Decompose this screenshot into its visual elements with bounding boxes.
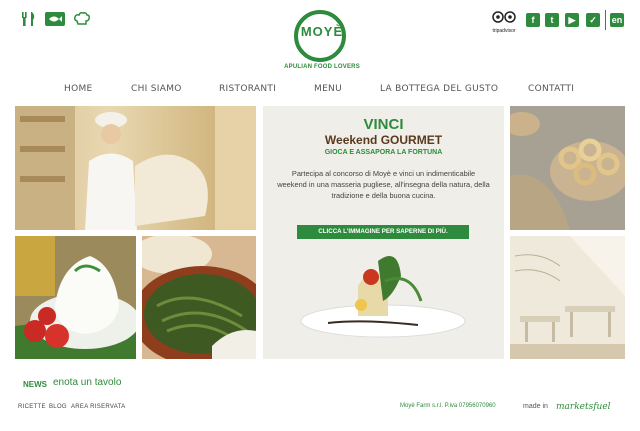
burrata-photo[interactable] bbox=[15, 236, 136, 359]
gourmet-dish-image[interactable] bbox=[293, 241, 473, 351]
made-in-label: made in bbox=[523, 403, 548, 410]
nav-bottega[interactable]: LA BOTTEGA DEL GUSTO bbox=[380, 84, 498, 94]
agency-signature[interactable]: marketsfuel bbox=[556, 402, 611, 412]
news-link[interactable]: enota un tavolo bbox=[53, 377, 121, 388]
promo-cta[interactable]: CLICCA L'IMMAGINE PER SAPERNE DI PIÙ. bbox=[297, 225, 469, 239]
nav-chi-siamo[interactable]: CHI SIAMO bbox=[131, 84, 182, 94]
taralli-photo[interactable] bbox=[510, 106, 625, 230]
tripadvisor-logo[interactable]: tripadvisor bbox=[489, 10, 519, 34]
divider bbox=[605, 10, 606, 30]
nav-home[interactable]: HOME bbox=[64, 84, 93, 94]
greens-photo[interactable] bbox=[142, 236, 256, 359]
promo-title: VINCI bbox=[363, 116, 404, 133]
nav-contatti[interactable]: CONTATTI bbox=[528, 84, 574, 94]
youtube-icon[interactable]: ▶ bbox=[565, 13, 579, 27]
fish-icon[interactable] bbox=[45, 11, 65, 27]
company-info: Moyè Farm s.r.l. P.iva 07956070960 bbox=[400, 403, 496, 409]
logo-tagline: APULIAN FOOD LOVERS bbox=[284, 64, 360, 70]
chef-photo[interactable] bbox=[15, 106, 256, 230]
footer-link-blog[interactable]: BLOG bbox=[49, 404, 67, 410]
promo-cta-label: CLICCA L'IMMAGINE PER SAPERNE DI PIÙ. bbox=[318, 228, 448, 235]
footer-link-ricette[interactable]: RICETTE bbox=[18, 404, 46, 410]
twitter-icon[interactable]: t bbox=[545, 13, 559, 27]
restaurant-photo[interactable] bbox=[510, 236, 625, 359]
promo-subtitle: Weekend GOURMET bbox=[324, 133, 443, 147]
language-switch[interactable]: en bbox=[610, 13, 624, 27]
logo[interactable]: MOYÈ bbox=[294, 24, 350, 39]
cutlery-icon[interactable] bbox=[20, 11, 38, 27]
check-icon[interactable]: ✓ bbox=[586, 13, 600, 27]
nav-menu[interactable]: MENU bbox=[314, 84, 342, 94]
news-label: NEWS bbox=[23, 380, 47, 389]
footer-link-area-riservata[interactable]: AREA RISERVATA bbox=[71, 404, 125, 410]
tripadvisor-label: tripadvisor bbox=[492, 28, 516, 34]
chef-hat-icon[interactable] bbox=[73, 11, 91, 27]
nav-ristoranti[interactable]: RISTORANTI bbox=[219, 84, 276, 94]
promo-panel[interactable]: VINCI Weekend GOURMET GIOCA E ASSAPORA L… bbox=[263, 106, 504, 359]
facebook-icon[interactable]: f bbox=[526, 13, 540, 27]
promo-body: Partecipa al concorso di Moyè e vinci un… bbox=[277, 169, 490, 200]
promo-tagline: GIOCA E ASSAPORA LA FORTUNA bbox=[324, 149, 443, 156]
